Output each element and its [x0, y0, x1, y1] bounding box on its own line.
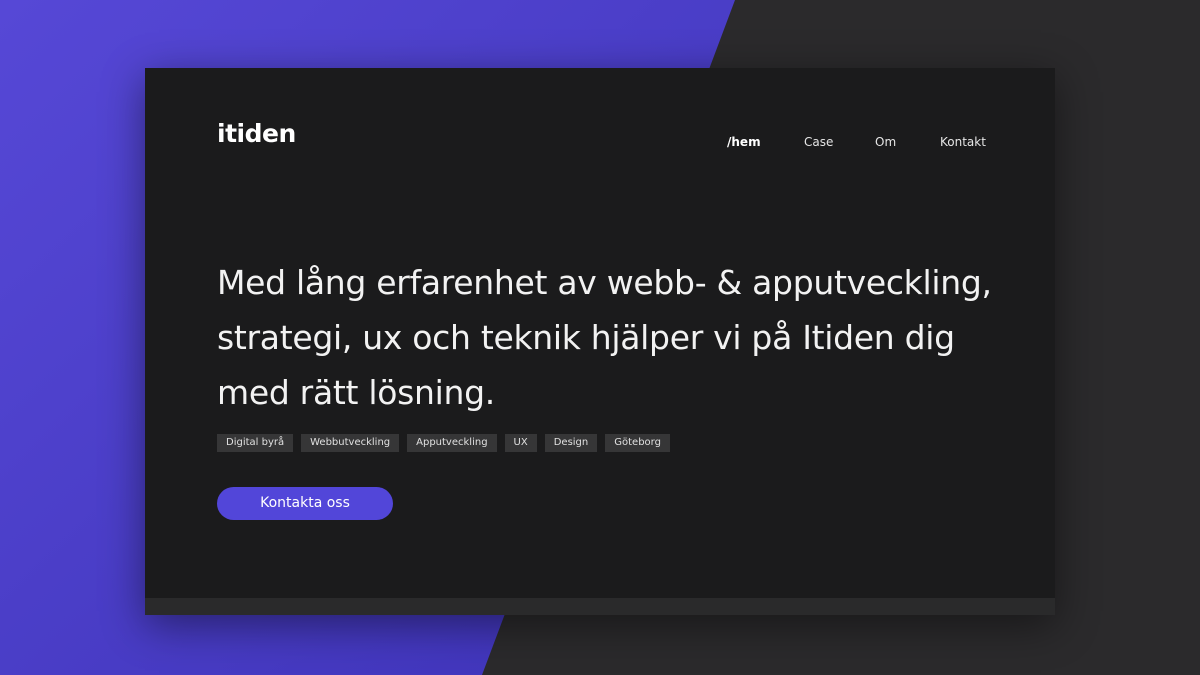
nav-item-hem[interactable]: /hem: [727, 133, 761, 151]
nav-item-kontakt[interactable]: Kontakt: [940, 133, 986, 151]
contact-us-button[interactable]: Kontakta oss: [217, 487, 393, 520]
presentation-backdrop: itiden /hem Case Om Kontakt Med lång erf…: [0, 0, 1200, 675]
hero-headline-line: med rätt lösning.: [217, 373, 495, 412]
nav-item-om[interactable]: Om: [875, 133, 896, 151]
logo[interactable]: itiden: [217, 118, 296, 150]
tag-apputveckling: Apputveckling: [407, 434, 497, 452]
tag-digital-byra: Digital byrå: [217, 434, 294, 452]
tag-webbutveckling: Webbutveckling: [301, 434, 400, 452]
hero-headline: Med lång erfarenhet av webb- & apputveck…: [217, 255, 1007, 420]
website-window: itiden /hem Case Om Kontakt Med lång erf…: [145, 68, 1055, 615]
tag-ux: UX: [504, 434, 537, 452]
hero-headline-line: Med lång erfarenhet av webb- & apputveck…: [217, 263, 992, 302]
tag-goteborg: Göteborg: [605, 434, 670, 452]
tag-design: Design: [544, 434, 598, 452]
tag-list: Digital byrå Webbutveckling Apputvecklin…: [217, 434, 670, 452]
hero-headline-line: strategi, ux och teknik hjälper vi på It…: [217, 318, 955, 357]
window-footer-bar: [145, 598, 1055, 615]
nav-item-case[interactable]: Case: [804, 133, 833, 151]
